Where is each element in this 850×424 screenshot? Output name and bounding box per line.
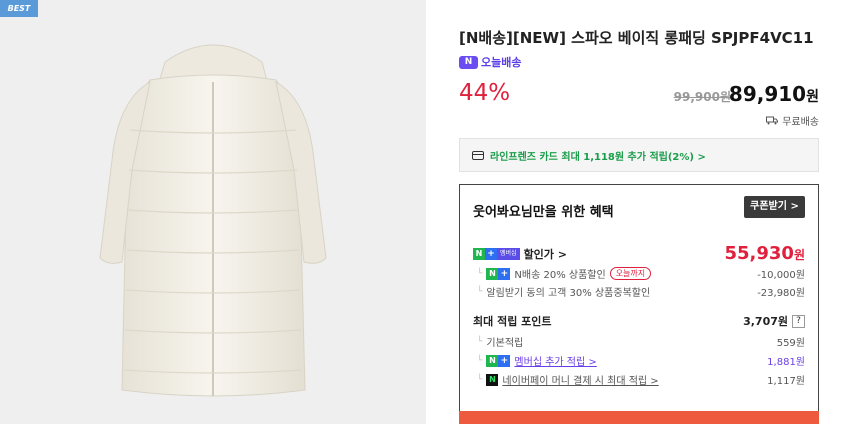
sale-price-currency: 원	[806, 89, 819, 105]
points-item-value: 559원	[776, 338, 805, 349]
product-page: BEST [N배송][NEW] 스파오 베이직 롱패딩 SPJPF4VC11 N…	[0, 0, 850, 424]
original-price: 99,900원	[673, 90, 731, 104]
card-promo-link[interactable]: 라인프렌즈 카드 최대 1,118원 추가 적립(2%) >	[459, 138, 819, 172]
naver-plus-icon: N +	[486, 354, 511, 367]
points-item-value: 1,881원	[767, 357, 805, 368]
naver-pay-points-link[interactable]: 네이버페이 머니 결제 시 최대 적립 >	[502, 372, 658, 387]
card-promo-text: 라인프렌즈 카드 최대 1,118원 추가 적립(2%) >	[490, 151, 706, 163]
points-item-value: 1,117원	[767, 376, 805, 387]
points-item: └ N + 멤버십 추가 적립 > 1,881원	[473, 353, 805, 368]
truck-icon	[766, 116, 779, 125]
benefit-panel: 웃어봐요님만을 위한 혜택 쿠폰받기 > N + 멤버십 할인가 > 55,930원…	[459, 184, 819, 424]
discount-price: 55,930원	[724, 243, 805, 264]
coupon-button[interactable]: 쿠폰받기 >	[744, 196, 805, 218]
benefit-item-value: -10,000원	[757, 270, 805, 281]
naver-plus-membership-icon: N + 멤버십	[473, 247, 520, 260]
benefit-item-label: 알림받기 동의 고객 30% 상품중복할인	[486, 288, 651, 299]
today-delivery-label: 오늘배송	[481, 56, 522, 69]
discount-price-row: N + 멤버십 할인가 > 55,930원	[473, 243, 805, 264]
product-image[interactable]: BEST	[0, 0, 426, 424]
points-label: 최대 적립 포인트	[473, 315, 552, 328]
credit-card-icon	[472, 150, 484, 160]
product-title: [N배송][NEW] 스파오 베이직 롱패딩 SPJPF4VC11	[459, 29, 814, 47]
sale-price-value: 89,910	[728, 82, 807, 106]
naver-pay-icon: N	[486, 373, 499, 386]
today-delivery-tag: N 오늘배송	[459, 54, 521, 70]
points-row: 최대 적립 포인트 3,707원 ?	[473, 313, 805, 329]
n-delivery-icon: N	[459, 55, 478, 69]
shipping-label: 무료배송	[782, 117, 819, 128]
points-value: 3,707원	[743, 315, 788, 328]
promo-banner[interactable]	[459, 411, 819, 424]
benefit-item-value: -23,980원	[757, 288, 805, 299]
benefit-item: └ N + N배송 20% 상품할인 오늘까지 -10,000원	[473, 266, 805, 281]
shipping-info: 무료배송	[766, 113, 819, 128]
naver-plus-icon: N +	[486, 267, 511, 280]
points-item: └ 기본적립 559원	[473, 334, 805, 350]
discount-price-link[interactable]: 할인가 >	[524, 246, 567, 262]
points-item-label: 기본적립	[486, 338, 524, 349]
best-badge: BEST	[0, 0, 38, 17]
help-icon[interactable]: ?	[792, 314, 805, 328]
benefit-item: └ 알림받기 동의 고객 30% 상품중복할인 -23,980원	[473, 284, 805, 300]
benefit-item-label: N배송 20% 상품할인	[514, 270, 606, 281]
padded-coat-image	[99, 44, 327, 397]
today-only-pill: 오늘까지	[609, 267, 652, 280]
sale-price: 89,910원	[729, 82, 819, 106]
discount-rate: 44%	[459, 80, 511, 106]
points-item: └ N 네이버페이 머니 결제 시 최대 적립 > 1,117원	[473, 372, 805, 387]
membership-extra-points-link[interactable]: 멤버십 추가 적립 >	[514, 353, 596, 368]
benefit-title: 웃어봐요님만을 위한 혜택	[473, 205, 614, 220]
